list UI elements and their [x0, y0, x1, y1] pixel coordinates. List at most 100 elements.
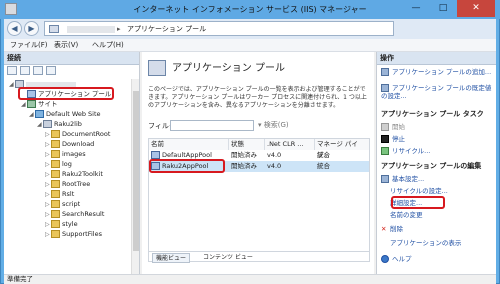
- tree-item-label: script: [62, 200, 81, 208]
- menu-help[interactable]: ヘルプ(H): [92, 39, 124, 52]
- column-header-pipeline[interactable]: マネージ パイプ...: [315, 139, 369, 159]
- tree-item-label: images: [62, 150, 86, 158]
- action-stop[interactable]: 停止: [381, 135, 495, 143]
- tree-item-roottree[interactable]: ▷ RootTree: [7, 179, 130, 189]
- folder-icon: [51, 170, 60, 178]
- connect-icon[interactable]: [7, 66, 17, 75]
- close-button[interactable]: ✕: [457, 0, 495, 17]
- tab-features-view[interactable]: 機能ビュー: [152, 253, 191, 263]
- forward-button[interactable]: ▶: [24, 21, 39, 36]
- tree-item-searchresult[interactable]: ▷ SearchResult: [7, 209, 130, 219]
- tree-item-download[interactable]: ▷ Download: [7, 139, 130, 149]
- action-rename[interactable]: 名前の変更: [381, 211, 495, 219]
- folder-icon[interactable]: [33, 66, 43, 75]
- tree-item-supportfiles[interactable]: ▷ SupportFiles: [7, 229, 130, 239]
- site-tree: ◢ アプリケーション プール ◢ サイト ◢ Default Web Site ◢ R…: [7, 79, 130, 239]
- action-start: 開始: [381, 123, 495, 131]
- filter-input[interactable]: [170, 120, 254, 131]
- connections-pane: 接続 ◢ アプリケーション プール ◢ サイト ◢ Default Web Site…: [4, 52, 140, 274]
- maximize-button[interactable]: □: [430, 0, 456, 17]
- folder-icon: [51, 210, 60, 218]
- column-header-name[interactable]: 名前: [149, 139, 229, 150]
- app-pool-icon: [148, 60, 166, 76]
- highlight-box-app-pools: [18, 87, 114, 100]
- breadcrumb-current[interactable]: アプリケーション プール: [127, 22, 206, 36]
- tree-item-raku2toolkit[interactable]: ▷ Raku2Toolkit: [7, 169, 130, 179]
- tree-item-label: Rslt: [62, 190, 75, 198]
- folder-icon: [51, 130, 60, 138]
- minimize-button[interactable]: —: [403, 0, 429, 17]
- cell-status: 開始済み: [231, 162, 257, 170]
- delete-icon: ✕: [381, 225, 387, 233]
- action-basic-settings[interactable]: 基本設定...: [381, 175, 495, 183]
- cell-clr: v4.0: [267, 151, 282, 159]
- folder-icon: [51, 180, 60, 188]
- tree-item-label: SearchResult: [62, 210, 105, 218]
- tree-scrollbar[interactable]: [131, 79, 139, 274]
- tree-item-label: style: [62, 220, 78, 228]
- search-button[interactable]: ▾ 検索(G): [258, 120, 289, 131]
- refresh-icon[interactable]: [46, 66, 56, 75]
- cell-status: 開始済み: [231, 151, 257, 159]
- server-name-redacted: [67, 26, 115, 33]
- filter-row: フィルター: ▾ 検索(G): [148, 119, 370, 133]
- tree-item-raku2lib[interactable]: ◢ Raku2lib: [7, 119, 130, 129]
- column-header-clr[interactable]: .Net CLR ...: [265, 139, 315, 150]
- sites-icon: [27, 100, 36, 108]
- action-add-app-pool[interactable]: アプリケーション プールの追加...: [381, 68, 495, 76]
- tree-item-label: RootTree: [62, 180, 91, 188]
- tree-item-label: Default Web Site: [46, 110, 101, 118]
- tree-item-rslt[interactable]: ▷ Rslt: [7, 189, 130, 199]
- tree-item-script[interactable]: ▷ script: [7, 199, 130, 209]
- tree-item-default-web-site[interactable]: ◢ Default Web Site: [7, 109, 130, 119]
- back-button[interactable]: ◀: [7, 21, 22, 36]
- actions-pane: 操作 アプリケーション プールの追加... アプリケーション プールの既定値の設…: [376, 52, 496, 274]
- title-bar[interactable]: インターネット インフォメーション サービス (IIS) マネージャー — □ …: [0, 0, 500, 19]
- column-header-status[interactable]: 状態: [229, 139, 265, 150]
- save-icon[interactable]: [20, 66, 30, 75]
- folder-icon: [51, 200, 60, 208]
- stop-icon: [381, 135, 389, 143]
- section-app-pool-tasks: アプリケーション プール タスク: [381, 110, 484, 118]
- iis-icon: [49, 25, 59, 33]
- folder-icon: [51, 220, 60, 228]
- tree-item-label: DocumentRoot: [62, 130, 111, 138]
- server-name-redacted: [26, 81, 76, 87]
- action-recycle[interactable]: リサイクル...: [381, 147, 495, 155]
- action-view-applications[interactable]: アプリケーションの表示: [381, 239, 495, 247]
- action-recycling-settings[interactable]: リサイクルの設定...: [381, 187, 495, 195]
- actions-header: 操作: [377, 52, 496, 65]
- action-set-defaults[interactable]: アプリケーション プールの既定値の設定...: [381, 84, 495, 100]
- highlight-box-advanced-settings: [391, 196, 445, 209]
- tree-item-label: Raku2lib: [54, 120, 82, 128]
- tree-item-style[interactable]: ▷ style: [7, 219, 130, 229]
- folder-icon: [51, 160, 60, 168]
- help-icon: [381, 255, 389, 263]
- tree-item-documentroot[interactable]: ▷ DocumentRoot: [7, 129, 130, 139]
- scrollbar-thumb[interactable]: [133, 91, 139, 251]
- tree-item-sites[interactable]: ◢ サイト: [7, 99, 130, 109]
- view-tabs: 機能ビュー コンテンツ ビュー: [148, 251, 370, 263]
- recycle-icon: [381, 147, 389, 155]
- address-bar: ◀ ▶ ▸ アプリケーション プール: [4, 19, 496, 39]
- action-delete[interactable]: ✕ 削除: [381, 225, 495, 233]
- tree-item-label: Download: [62, 140, 95, 148]
- tab-content-view[interactable]: コンテンツ ビュー: [200, 253, 256, 263]
- action-help[interactable]: ヘルプ: [381, 255, 495, 263]
- center-pane: アプリケーション プール このページでは、アプリケーション プールの一覧を表示お…: [142, 52, 374, 274]
- settings-icon: [381, 175, 389, 183]
- address-field[interactable]: ▸ アプリケーション プール: [44, 21, 394, 36]
- app-pool-table: 名前 状態 .Net CLR ... マネージ パイプ... DefaultAp…: [148, 138, 370, 262]
- folder-icon: [51, 140, 60, 148]
- menu-view[interactable]: 表示(V): [54, 39, 78, 52]
- folder-icon: [51, 230, 60, 238]
- menu-file[interactable]: ファイル(F): [10, 39, 48, 52]
- tree-item-label: log: [62, 160, 72, 168]
- cell-clr: v4.0: [267, 162, 282, 170]
- tree-item-log[interactable]: ▷ log: [7, 159, 130, 169]
- add-icon: [381, 68, 389, 76]
- tree-item-images[interactable]: ▷ images: [7, 149, 130, 159]
- app-pool-icon: [151, 151, 160, 159]
- application-icon: [43, 120, 52, 128]
- breadcrumb-separator: ▸: [117, 25, 121, 33]
